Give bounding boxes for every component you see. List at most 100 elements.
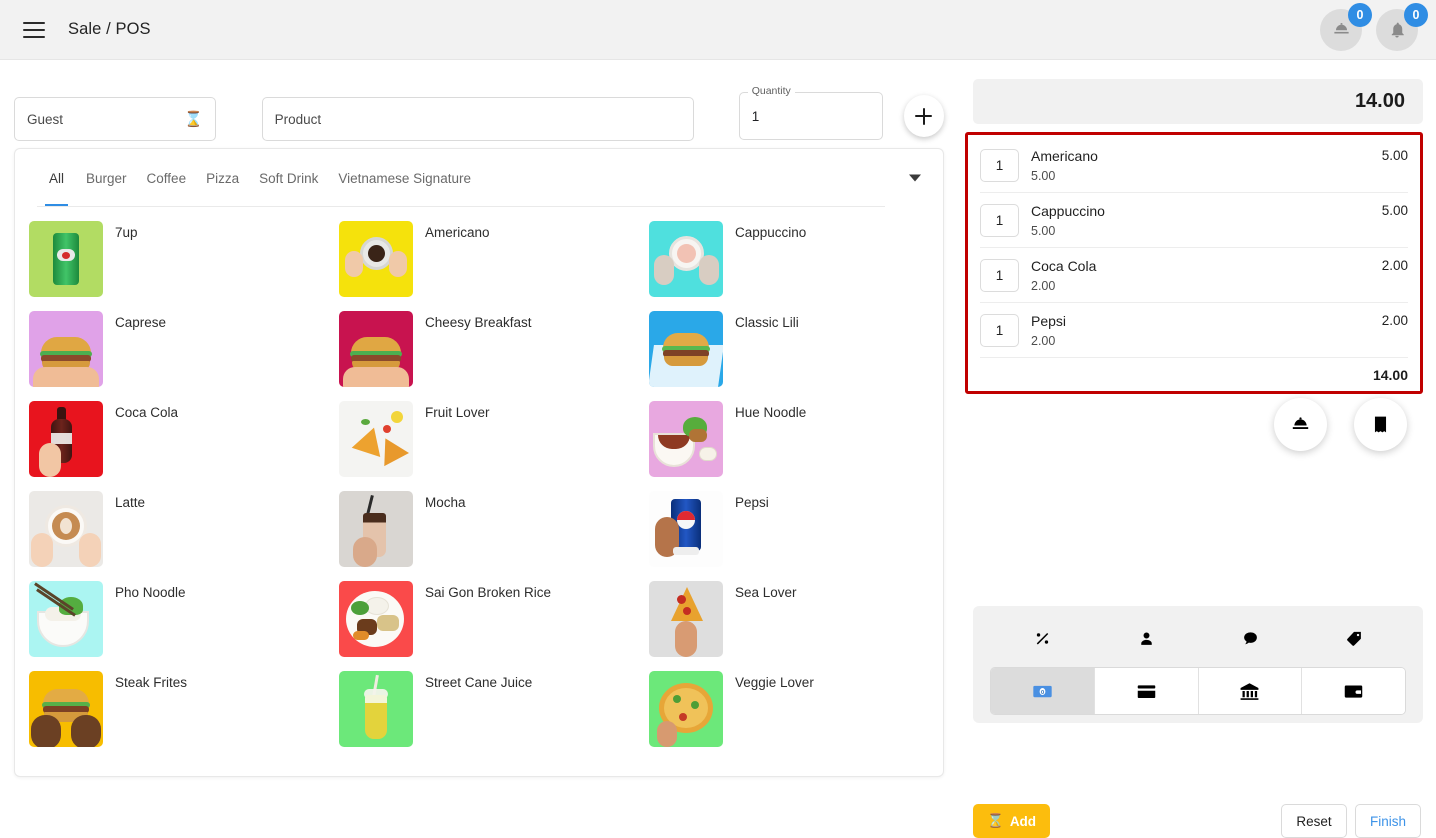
product-thumbnail[interactable] <box>649 491 723 567</box>
service-bell-button[interactable]: 0 <box>1320 2 1372 51</box>
order-line-item[interactable]: 1 Coca Cola 2.00 2.00 <box>980 248 1408 303</box>
order-item-quantity[interactable]: 1 <box>980 258 1019 292</box>
product-thumbnail[interactable] <box>339 311 413 387</box>
product-name: Cheesy Breakfast <box>425 315 532 330</box>
order-item-quantity[interactable]: 1 <box>980 203 1019 237</box>
add-button[interactable]: ⌛ Add <box>973 804 1051 838</box>
product-tile[interactable]: Cappuccino <box>635 221 943 311</box>
order-line-item[interactable]: 1 Pepsi 2.00 2.00 <box>980 303 1408 358</box>
tab-pizza[interactable]: Pizza <box>196 149 249 207</box>
product-field[interactable]: Product <box>261 97 694 141</box>
product-thumbnail[interactable] <box>29 311 103 387</box>
add-line-button[interactable] <box>903 95 944 137</box>
app-header: Sale / POS 0 0 <box>0 0 1436 60</box>
quantity-value: 1 <box>751 108 760 124</box>
tabs-divider <box>37 206 885 207</box>
quantity-field[interactable]: Quantity 1 <box>738 85 883 140</box>
payment-options-panel: 0 <box>973 606 1423 723</box>
order-item-details: Coca Cola 2.00 <box>1031 257 1382 293</box>
order-item-unit-price: 5.00 <box>1031 168 1056 183</box>
coupon-button[interactable] <box>1302 618 1406 658</box>
tab-burger[interactable]: Burger <box>76 149 137 207</box>
product-tile[interactable]: Fruit Lover <box>325 401 635 491</box>
product-name: Cappuccino <box>735 225 807 240</box>
product-tile[interactable]: Cheesy Breakfast <box>325 311 635 401</box>
payment-method-bank[interactable] <box>1198 668 1303 714</box>
product-tile[interactable]: Veggie Lover <box>635 671 943 761</box>
product-tile[interactable]: Street Cane Juice <box>325 671 635 761</box>
product-thumbnail[interactable] <box>29 581 103 657</box>
guest-input-placeholder: Guest <box>27 111 64 127</box>
guest-field[interactable]: Guest ⌛ <box>14 97 216 141</box>
product-tile[interactable]: Latte <box>15 491 325 581</box>
product-thumbnail[interactable] <box>29 401 103 477</box>
product-name: Latte <box>115 495 146 510</box>
product-tile[interactable]: Sea Lover <box>635 581 943 671</box>
call-service-button[interactable] <box>1274 398 1327 451</box>
svg-text:0: 0 <box>1041 690 1044 696</box>
finish-button[interactable]: Finish <box>1354 804 1421 838</box>
order-line-item[interactable]: 1 Americano 5.00 5.00 <box>980 138 1408 193</box>
quantity-input[interactable]: 1 <box>738 92 883 140</box>
product-tile[interactable]: Mocha <box>325 491 635 581</box>
product-thumbnail-art <box>339 581 413 657</box>
payment-method-cash[interactable]: 0 <box>991 668 1095 714</box>
tab-all[interactable]: All <box>37 149 76 207</box>
product-tile[interactable]: Coca Cola <box>15 401 325 491</box>
product-thumbnail[interactable] <box>339 671 413 747</box>
print-receipt-button[interactable] <box>1354 398 1407 451</box>
product-thumbnail[interactable] <box>649 311 723 387</box>
product-name: Veggie Lover <box>735 675 814 690</box>
product-name: Caprese <box>115 315 167 330</box>
product-thumbnail[interactable] <box>29 491 103 567</box>
tab-soft-drink-label: Soft Drink <box>259 170 319 186</box>
product-thumbnail[interactable] <box>29 671 103 747</box>
reset-button[interactable]: Reset <box>1280 804 1347 838</box>
product-name: 7up <box>115 225 138 240</box>
payment-method-wallet[interactable] <box>1302 668 1405 714</box>
product-thumbnail-art <box>29 311 103 387</box>
quantity-label: Quantity <box>747 85 795 97</box>
category-tabs: All Burger Coffee Pizza Soft Drink Vietn… <box>15 149 943 207</box>
product-tile[interactable]: Hue Noodle <box>635 401 943 491</box>
product-tile[interactable]: Steak Frites <box>15 671 325 761</box>
product-thumbnail[interactable] <box>29 221 103 297</box>
product-thumbnail[interactable] <box>649 581 723 657</box>
order-item-quantity[interactable]: 1 <box>980 313 1019 347</box>
note-button[interactable] <box>1198 618 1302 658</box>
hourglass-icon: ⌛ <box>183 110 203 128</box>
page-title: Sale / POS <box>68 20 151 38</box>
product-tile[interactable]: Pepsi <box>635 491 943 581</box>
payment-method-card[interactable] <box>1094 668 1199 714</box>
product-tile[interactable]: Americano <box>325 221 635 311</box>
tab-soft-drink[interactable]: Soft Drink <box>249 149 328 207</box>
order-item-name: Cappuccino <box>1031 202 1105 219</box>
product-thumbnail[interactable] <box>339 401 413 477</box>
product-tile[interactable]: Sai Gon Broken Rice <box>325 581 635 671</box>
chevron-down-icon[interactable] <box>909 174 921 182</box>
order-item-amount: 2.00 <box>1381 257 1408 273</box>
hamburger-menu-icon[interactable] <box>23 21 45 38</box>
product-thumbnail[interactable] <box>649 671 723 747</box>
entry-form: Guest ⌛ Product Quantity 1 <box>14 78 944 141</box>
order-line-item[interactable]: 1 Cappuccino 5.00 5.00 <box>980 193 1408 248</box>
tab-pizza-label: Pizza <box>206 170 240 186</box>
discount-button[interactable] <box>990 618 1094 658</box>
order-item-quantity[interactable]: 1 <box>980 149 1019 182</box>
product-thumbnail[interactable] <box>339 581 413 657</box>
product-tile[interactable]: Classic Lili <box>635 311 943 401</box>
product-thumbnail[interactable] <box>649 401 723 477</box>
customer-button[interactable] <box>1094 618 1198 658</box>
tab-coffee[interactable]: Coffee <box>137 149 197 207</box>
order-subtotal-row: 14.00 <box>980 358 1408 391</box>
product-tile[interactable]: Pho Noodle <box>15 581 325 671</box>
product-tile[interactable]: 7up <box>15 221 325 311</box>
notification-bell-button[interactable]: 0 <box>1376 2 1428 51</box>
tab-vietnamese-signature[interactable]: Vietnamese Signature <box>328 149 481 207</box>
product-thumbnail[interactable] <box>649 221 723 297</box>
finish-button-label: Finish <box>1369 813 1406 829</box>
product-thumbnail[interactable] <box>339 491 413 567</box>
product-tile[interactable]: Caprese <box>15 311 325 401</box>
product-thumbnail-art <box>29 221 103 297</box>
product-thumbnail[interactable] <box>339 221 413 297</box>
